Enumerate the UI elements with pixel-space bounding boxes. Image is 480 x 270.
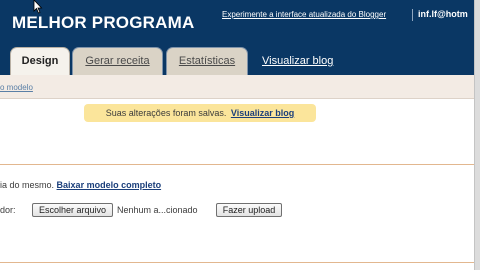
- bottom-divider: [0, 262, 474, 263]
- try-new-interface-link[interactable]: Experimente a interface atualizada do Bl…: [222, 10, 386, 19]
- section-divider: [0, 164, 474, 165]
- tab-gerar-receita-label: Gerar receita: [85, 55, 150, 67]
- vertical-scrollbar[interactable]: [474, 0, 480, 270]
- subnav-bar: o modelo: [0, 75, 474, 99]
- file-status-text: Nenhum a...cionado: [117, 205, 198, 215]
- backup-text: ia do mesmo.: [0, 180, 55, 190]
- backup-row: ia do mesmo. Baixar modelo completo: [0, 180, 161, 190]
- subnav-template-link[interactable]: o modelo: [0, 83, 33, 92]
- notice-view-blog-link[interactable]: Visualizar blog: [231, 108, 294, 118]
- tab-design[interactable]: Design: [10, 47, 70, 76]
- tab-estatisticas-label: Estatísticas: [178, 55, 236, 67]
- tab-gerar-receita[interactable]: Gerar receita: [72, 47, 163, 75]
- tab-design-label: Design: [21, 55, 59, 67]
- saved-notice-text: Suas alterações foram salvas.: [105, 108, 227, 118]
- blog-title: MELHOR PROGRAMA: [12, 13, 195, 32]
- view-blog-link[interactable]: Visualizar blog: [262, 55, 333, 67]
- saved-notice: Suas alterações foram salvas. Visualizar…: [84, 104, 316, 122]
- header-separator: [412, 9, 413, 21]
- choose-file-button[interactable]: Escolher arquivo: [32, 203, 113, 217]
- blog-header: MELHOR PROGRAMA Experimente a interface …: [0, 0, 474, 76]
- upload-button[interactable]: Fazer upload: [216, 203, 282, 217]
- user-email[interactable]: inf.lf@hotm: [418, 9, 468, 19]
- download-full-template-link[interactable]: Baixar modelo completo: [57, 180, 162, 190]
- tab-estatisticas[interactable]: Estatísticas: [166, 47, 248, 75]
- blogger-page: MELHOR PROGRAMA Experimente a interface …: [0, 0, 474, 270]
- mouse-cursor-icon: [33, 0, 43, 14]
- upload-label: dor:: [0, 205, 16, 215]
